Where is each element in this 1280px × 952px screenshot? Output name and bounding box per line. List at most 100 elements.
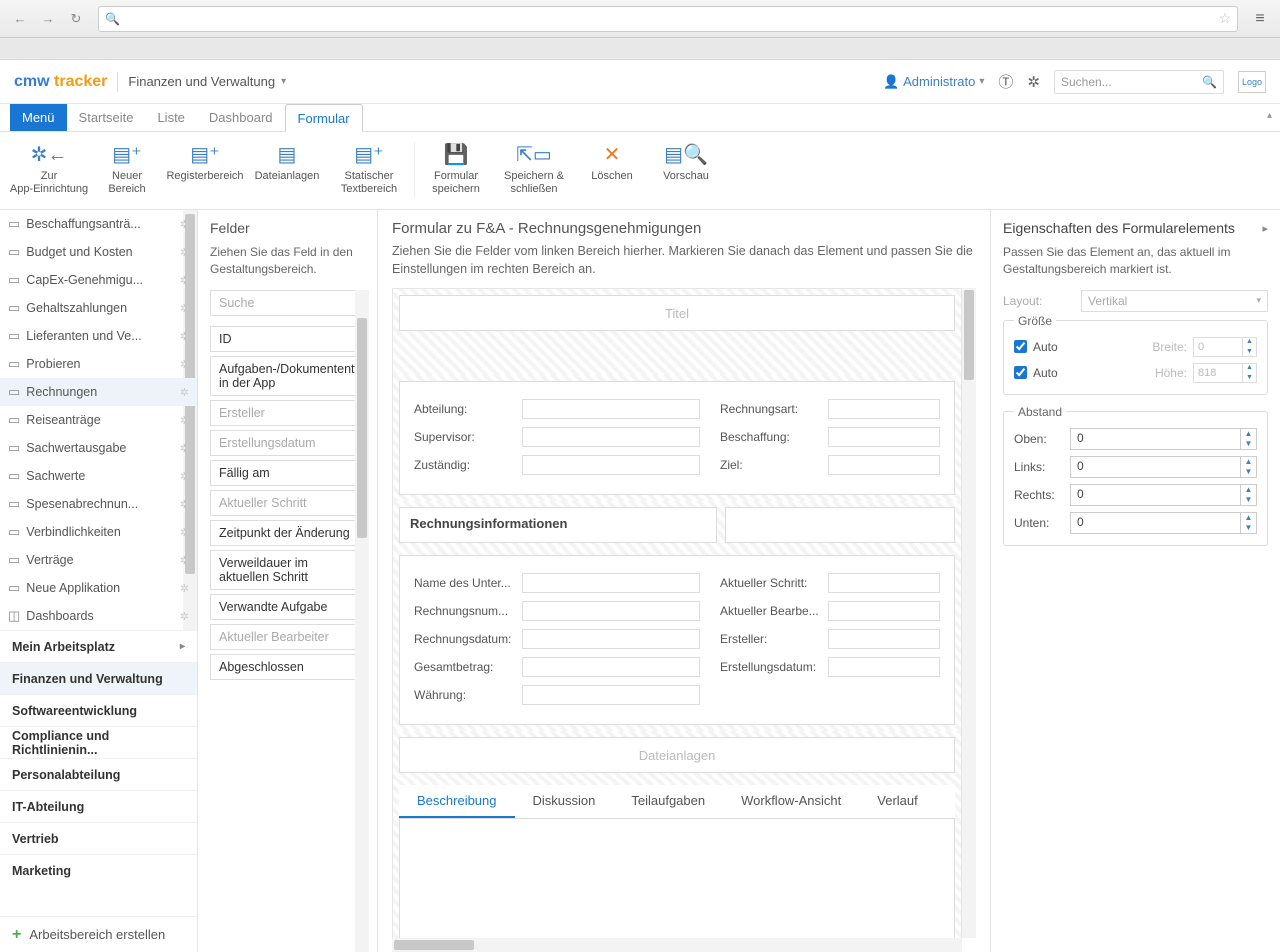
margin-input[interactable]: 0▲▼ <box>1070 484 1257 506</box>
field-input[interactable] <box>522 629 700 649</box>
gear-icon[interactable]: ✲ <box>180 526 189 539</box>
ribbon-static-text[interactable]: ▤⁺Statischer Textbereich <box>328 138 410 196</box>
draggable-field[interactable]: Abgeschlossen <box>210 654 369 680</box>
auto-width-checkbox[interactable] <box>1014 340 1027 353</box>
gear-icon[interactable]: ✲ <box>180 218 189 231</box>
browser-menu-button[interactable]: ≡ <box>1248 10 1272 28</box>
form-field-row[interactable]: Erstellungsdatum: <box>720 654 940 680</box>
ribbon-save-close[interactable]: ⇱▭Speichern & schließen <box>493 138 575 196</box>
gear-icon[interactable]: ✲ <box>180 358 189 371</box>
layout-select[interactable]: Vertikal▾ <box>1081 290 1268 312</box>
create-workspace-button[interactable]: + Arbeitsbereich erstellen <box>0 916 197 952</box>
form-field-row[interactable]: Währung: <box>414 682 700 708</box>
ribbon-delete[interactable]: ✕Löschen <box>575 138 649 183</box>
gear-icon[interactable]: ✲ <box>180 246 189 259</box>
section-title[interactable]: Rechnungsinformationen <box>399 507 717 543</box>
gear-icon[interactable]: ✲ <box>180 330 189 343</box>
draggable-field[interactable]: Zeitpunkt der Änderung <box>210 520 369 546</box>
field-input[interactable] <box>522 573 700 593</box>
form-field-row[interactable]: Rechnungsart: <box>720 396 940 422</box>
sidebar-workspace-group[interactable]: Compliance und Richtlinienin... <box>0 726 197 758</box>
field-input[interactable] <box>522 657 700 677</box>
field-input[interactable] <box>828 629 940 649</box>
draggable-field[interactable]: Fällig am <box>210 460 369 486</box>
sidebar-workspace-group[interactable]: Softwareentwicklung <box>0 694 197 726</box>
gear-icon[interactable]: ✲ <box>180 442 189 455</box>
browser-back-button[interactable]: ← <box>8 7 32 31</box>
spin-up-icon[interactable]: ▲ <box>1241 429 1256 439</box>
field-input[interactable] <box>828 601 940 621</box>
field-input[interactable] <box>828 455 940 475</box>
tab-dashboard[interactable]: Dashboard <box>197 104 285 131</box>
collapse-ribbon-icon[interactable]: ▴ <box>1267 110 1272 121</box>
form-field-row[interactable]: Aktueller Bearbe... <box>720 598 940 624</box>
field-input[interactable] <box>522 601 700 621</box>
sidebar-app-item[interactable]: ▭Lieferanten und Ve...✲ <box>0 322 197 350</box>
sidebar-workspace-group[interactable]: Finanzen und Verwaltung <box>0 662 197 694</box>
collapse-panel-icon[interactable]: ▸ <box>1262 222 1268 235</box>
bookmark-star-icon[interactable]: ☆ <box>1218 10 1231 27</box>
ribbon-to-app-setup[interactable]: ✲←Zur App-Einrichtung <box>8 138 90 196</box>
inner-tab[interactable]: Teilaufgaben <box>613 785 723 818</box>
title-section-placeholder[interactable]: Titel <box>399 295 955 331</box>
form-field-row[interactable]: Ziel: <box>720 452 940 478</box>
fields-search-input[interactable]: Suche <box>210 290 369 316</box>
field-input[interactable] <box>522 427 700 447</box>
sidebar-workspace-group[interactable]: Marketing <box>0 854 197 886</box>
form-field-row[interactable]: Gesamtbetrag: <box>414 654 700 680</box>
ribbon-attachments[interactable]: ▤Dateianlagen <box>246 138 328 183</box>
sidebar-app-item[interactable]: ▭Neue Applikation✲ <box>0 574 197 602</box>
draggable-field[interactable]: Aktueller Schritt <box>210 490 369 516</box>
spin-down-icon[interactable]: ▼ <box>1241 439 1256 449</box>
form-field-row[interactable]: Name des Unter... <box>414 570 700 596</box>
sidebar-app-item[interactable]: ▭Beschaffungsanträ...✲ <box>0 210 197 238</box>
form-field-row[interactable]: Ersteller: <box>720 626 940 652</box>
ribbon-preview[interactable]: ▤🔍Vorschau <box>649 138 723 183</box>
field-input[interactable] <box>828 573 940 593</box>
inner-tab[interactable]: Diskussion <box>515 785 614 818</box>
sidebar-workspace-group[interactable]: Mein Arbeitsplatz▸ <box>0 630 197 662</box>
form-field-row[interactable]: Beschaffung: <box>720 424 940 450</box>
field-input[interactable] <box>828 657 940 677</box>
global-search-input[interactable]: Suchen... 🔍 <box>1054 70 1224 94</box>
gear-icon[interactable]: ✲ <box>180 470 189 483</box>
empty-section[interactable] <box>725 507 955 543</box>
spin-up-icon[interactable]: ▲ <box>1241 457 1256 467</box>
form-field-row[interactable]: Aktueller Schritt: <box>720 570 940 596</box>
gear-icon[interactable]: ✲ <box>180 274 189 287</box>
sidebar-app-item[interactable]: ▭Reiseanträge✲ <box>0 406 197 434</box>
breadcrumb[interactable]: Finanzen und Verwaltung ▾ <box>128 74 286 89</box>
width-input[interactable]: 0▲▼ <box>1193 337 1257 357</box>
margin-input[interactable]: 0▲▼ <box>1070 428 1257 450</box>
field-input[interactable] <box>828 427 940 447</box>
draggable-field[interactable]: Verweildauer im aktuellen Schritt <box>210 550 369 590</box>
spin-up-icon[interactable]: ▲ <box>1243 337 1256 347</box>
sidebar-app-item[interactable]: ◫Dashboards✲ <box>0 602 197 630</box>
ribbon-new-section[interactable]: ▤⁺Neuer Bereich <box>90 138 164 196</box>
tab-liste[interactable]: Liste <box>145 104 196 131</box>
canvas-vertical-scrollbar[interactable] <box>962 288 976 938</box>
user-menu[interactable]: 👤 Administrato ▾ <box>883 74 984 90</box>
sidebar-app-item[interactable]: ▭Rechnungen✲ <box>0 378 197 406</box>
spin-up-icon[interactable]: ▲ <box>1241 485 1256 495</box>
spin-up-icon[interactable]: ▲ <box>1243 363 1256 373</box>
gear-icon[interactable]: ✲ <box>180 610 189 623</box>
field-input[interactable] <box>828 399 940 419</box>
margin-input[interactable]: 0▲▼ <box>1070 512 1257 534</box>
sidebar-app-item[interactable]: ▭Budget und Kosten✲ <box>0 238 197 266</box>
draggable-field[interactable]: Aktueller Bearbeiter <box>210 624 369 650</box>
inner-tab-body[interactable] <box>399 819 955 952</box>
form-field-row[interactable]: Rechnungsdatum: <box>414 626 700 652</box>
ribbon-tab-section[interactable]: ▤⁺Registerbereich <box>164 138 246 183</box>
gear-icon[interactable]: ✲ <box>180 414 189 427</box>
inner-tab[interactable]: Beschreibung <box>399 785 515 818</box>
spin-down-icon[interactable]: ▼ <box>1241 523 1256 533</box>
tab-formular[interactable]: Formular <box>285 104 363 132</box>
gear-icon[interactable]: ✲ <box>180 582 189 595</box>
spin-down-icon[interactable]: ▼ <box>1241 495 1256 505</box>
form-section[interactable]: Name des Unter...Rechnungsnum...Rechnung… <box>399 555 955 725</box>
draggable-field[interactable]: Aufgaben-/Dokumententyp in der App <box>210 356 369 396</box>
height-input[interactable]: 818▲▼ <box>1193 363 1257 383</box>
sidebar-app-item[interactable]: ▭Sachwerte✲ <box>0 462 197 490</box>
gear-icon[interactable]: ✲ <box>180 386 189 399</box>
